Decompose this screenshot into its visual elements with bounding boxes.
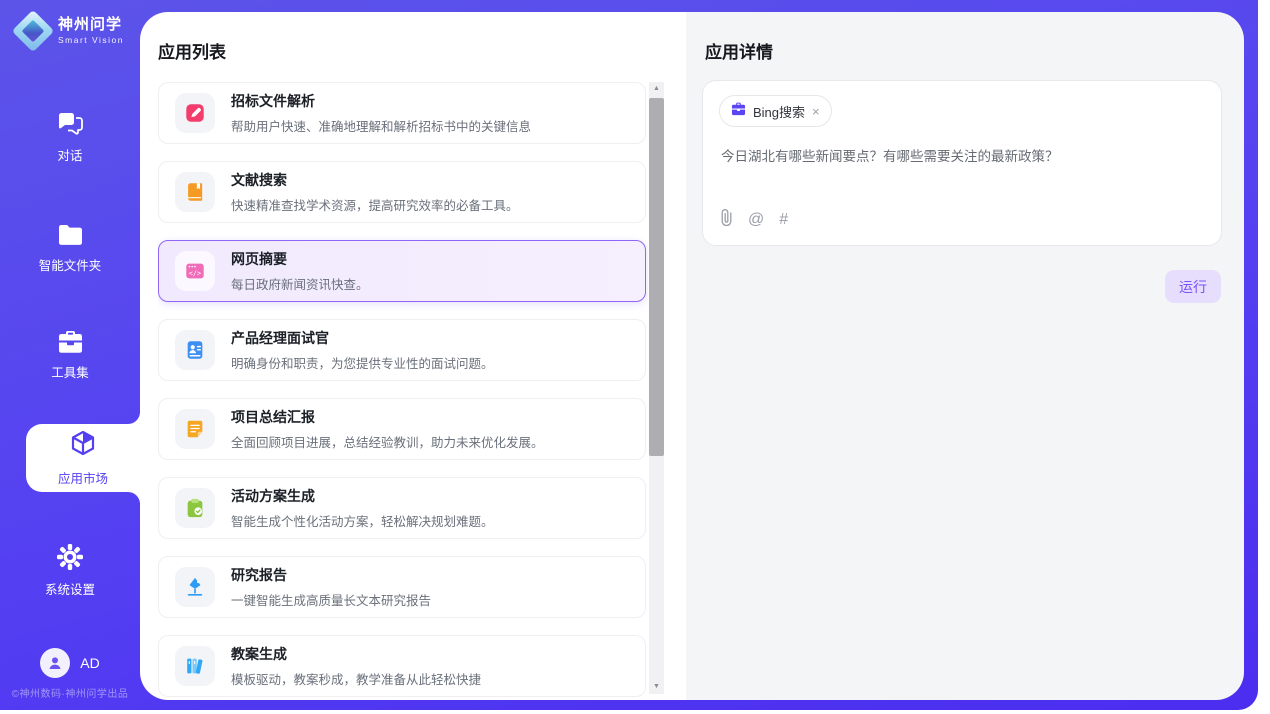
ink-icon	[175, 567, 215, 607]
app-card-name: 教案生成	[231, 644, 481, 664]
run-button[interactable]: 运行	[1165, 270, 1221, 303]
briefcase-icon	[731, 102, 746, 121]
sidebar-item-chat[interactable]: 对话	[0, 112, 140, 164]
app-card-desc: 快速精准查找学术资源，提高研究效率的必备工具。	[231, 195, 519, 214]
app-detail-panel: 应用详情 Bing搜索 × 今日湖北有哪些新闻要点？有哪些需要关注的最新政策？ …	[686, 12, 1244, 700]
sidebar-item-label: 系统设置	[45, 579, 95, 598]
sidebar-item-settings[interactable]: 系统设置	[0, 544, 140, 598]
sidebar-item-toolset[interactable]: 工具集	[0, 330, 140, 381]
app-card-lesson-plan[interactable]: 教案生成 模板驱动，教案秒成，教学准备从此轻松快捷	[158, 635, 646, 697]
brand-logo: 神州问学 Smart Vision	[0, 14, 140, 48]
app-card-name: 招标文件解析	[231, 91, 531, 111]
app-list-title: 应用列表	[158, 38, 226, 63]
avatar	[40, 648, 70, 678]
main-content: 应用列表 招标文件解析 帮助用户快速、准确地理解和解析招标书中的关键信息	[140, 12, 1244, 700]
user-initials: AD	[80, 655, 99, 671]
app-list-scrollbar[interactable]: ▲ ▼	[649, 82, 664, 694]
scroll-up-arrow[interactable]: ▲	[649, 82, 664, 96]
sidebar-item-label: 应用市场	[58, 468, 108, 487]
sidebar-item-label: 智能文件夹	[39, 255, 102, 274]
app-card-bid-analysis[interactable]: 招标文件解析 帮助用户快速、准确地理解和解析招标书中的关键信息	[158, 82, 646, 144]
svg-text:</>: </>	[189, 270, 201, 278]
app-card-name: 活动方案生成	[231, 486, 494, 506]
app-card-literature-search[interactable]: 文献搜索 快速精准查找学术资源，提高研究效率的必备工具。	[158, 161, 646, 223]
close-icon[interactable]: ×	[812, 105, 820, 118]
app-card-event-plan[interactable]: 活动方案生成 智能生成个性化活动方案，轻松解决规划难题。	[158, 477, 646, 539]
sidebar-item-smart-folder[interactable]: 智能文件夹	[0, 224, 140, 274]
clipboard-check-icon	[175, 488, 215, 528]
app-card-pm-interviewer[interactable]: 产品经理面试官 明确身份和职责，为您提供专业性的面试问题。	[158, 319, 646, 381]
app-card-desc: 帮助用户快速、准确地理解和解析招标书中的关键信息	[231, 116, 531, 135]
app-card-project-summary[interactable]: 项目总结汇报 全面回顾项目进展，总结经验教训，助力未来优化发展。	[158, 398, 646, 460]
app-card-research-report[interactable]: 研究报告 一键智能生成高质量长文本研究报告	[158, 556, 646, 618]
brand-subtitle: Smart Vision	[58, 36, 124, 45]
app-card-name: 文献搜索	[231, 170, 519, 190]
cube-icon	[68, 429, 98, 462]
sidebar-item-label: 对话	[57, 145, 82, 164]
app-card-desc: 明确身份和职责，为您提供专业性的面试问题。	[231, 353, 494, 372]
prompt-editor-card[interactable]: Bing搜索 × 今日湖北有哪些新闻要点？有哪些需要关注的最新政策？ @ #	[702, 80, 1222, 246]
book-icon	[175, 172, 215, 212]
app-card-name: 研究报告	[231, 565, 431, 585]
chat-icon	[57, 112, 84, 136]
brand-name: 神州问学	[58, 17, 124, 34]
gear-icon	[57, 544, 83, 570]
sidebar-footer-credit: ©神州数码·神州问学出品	[0, 685, 140, 700]
app-card-desc: 每日政府新闻资讯快查。	[231, 274, 369, 293]
tool-tag-bing-search[interactable]: Bing搜索 ×	[719, 95, 832, 127]
sidebar: 神州问学 Smart Vision 对话 智能文件夹 工具集	[0, 0, 140, 710]
app-card-desc: 一键智能生成高质量长文本研究报告	[231, 590, 431, 609]
app-card-name: 网页摘要	[231, 249, 369, 269]
browser-code-icon: </>	[175, 251, 215, 291]
composer-toolbar: @ #	[720, 209, 788, 231]
app-card-desc: 智能生成个性化活动方案，轻松解决规划难题。	[231, 511, 494, 530]
app-detail-title: 应用详情	[705, 38, 773, 63]
books-icon	[175, 646, 215, 686]
app-card-web-summary[interactable]: </> 网页摘要 每日政府新闻资讯快查。	[158, 240, 646, 302]
sidebar-item-app-market[interactable]: 应用市场	[26, 424, 140, 492]
app-card-desc: 模板驱动，教案秒成，教学准备从此轻松快捷	[231, 669, 481, 688]
pen-square-icon	[175, 93, 215, 133]
resume-icon	[175, 330, 215, 370]
scroll-down-arrow[interactable]: ▼	[649, 680, 664, 694]
app-card-desc: 全面回顾项目进展，总结经验教训，助力未来优化发展。	[231, 432, 544, 451]
prompt-query-text[interactable]: 今日湖北有哪些新闻要点？有哪些需要关注的最新政策？	[721, 145, 1203, 165]
app-card-name: 产品经理面试官	[231, 328, 494, 348]
hash-icon[interactable]: #	[779, 212, 788, 228]
app-card-name: 项目总结汇报	[231, 407, 544, 427]
note-icon	[175, 409, 215, 449]
tool-tag-label: Bing搜索	[753, 102, 805, 121]
folder-icon	[57, 224, 84, 246]
scrollbar-thumb[interactable]	[649, 98, 664, 456]
mention-icon[interactable]: @	[748, 212, 764, 228]
app-list-panel: 应用列表 招标文件解析 帮助用户快速、准确地理解和解析招标书中的关键信息	[140, 12, 686, 700]
app-card-list: 招标文件解析 帮助用户快速、准确地理解和解析招标书中的关键信息 文献搜索 快速精…	[158, 82, 648, 700]
brand-logo-icon	[16, 14, 50, 48]
user-account[interactable]: AD	[0, 648, 140, 678]
sidebar-item-label: 工具集	[51, 362, 89, 381]
attachment-icon[interactable]	[720, 209, 733, 231]
toolbox-icon	[57, 330, 84, 353]
app-window: 神州问学 Smart Vision 对话 智能文件夹 工具集	[0, 0, 1270, 714]
